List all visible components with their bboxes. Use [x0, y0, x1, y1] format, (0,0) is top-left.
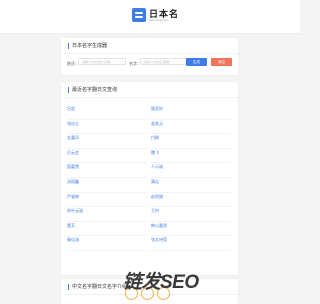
query-link[interactable]: 满吉: [151, 177, 231, 193]
site-subtitle: rbenming.com: [149, 18, 169, 22]
query-link[interactable]: 支嘉印: [67, 133, 147, 149]
query-link[interactable]: 王何: [151, 206, 231, 222]
generator-title: 日本名字生成器: [63, 43, 268, 54]
query-link[interactable]: 贝云会: [67, 148, 147, 164]
query-link[interactable]: 严骊婷: [67, 192, 147, 208]
recent-query-title: 最近名字翻日文查询: [63, 87, 238, 98]
query-link[interactable]: 韩以嘉思: [151, 221, 231, 237]
query-link[interactable]: 汤国鑫: [67, 177, 147, 193]
generate-button[interactable]: 生成: [186, 58, 207, 66]
generator-panel: 日本名字生成器: [61, 38, 268, 75]
intro-title: 中文名字翻日文名字介绍: [63, 284, 288, 295]
site-logo[interactable]: 日本名 rbenming.com: [132, 5, 178, 27]
clear-button[interactable]: 清空: [211, 58, 232, 66]
query-link[interactable]: 魏飞: [151, 148, 231, 164]
query-link[interactable]: 秦佳涵: [67, 235, 147, 251]
query-link[interactable]: 吕奕: [67, 104, 147, 120]
query-link[interactable]: 张应丘: [67, 119, 147, 135]
query-link[interactable]: 苏叶云涵: [67, 206, 147, 222]
surname-input[interactable]: 请输入中文姓氏(选填): [78, 58, 126, 65]
query-link[interactable]: 董芳: [67, 221, 147, 237]
given-name-input[interactable]: 请输入中文名(选填): [140, 58, 188, 65]
query-link[interactable]: 聂宣妙: [151, 104, 231, 120]
query-link[interactable]: 翁其元: [151, 119, 231, 135]
query-link[interactable]: 人示诚: [151, 162, 231, 178]
logo-icon: [132, 8, 146, 22]
watermark: 链发SEO: [123, 272, 199, 293]
query-link[interactable]: 付稀: [151, 133, 231, 149]
query-link[interactable]: 赵欣嫣: [151, 192, 231, 208]
query-link[interactable]: 国嘉雪: [67, 162, 147, 178]
query-link[interactable]: 张文诗莹: [151, 235, 231, 251]
site-header: 日本名 rbenming.com: [0, 0, 300, 34]
